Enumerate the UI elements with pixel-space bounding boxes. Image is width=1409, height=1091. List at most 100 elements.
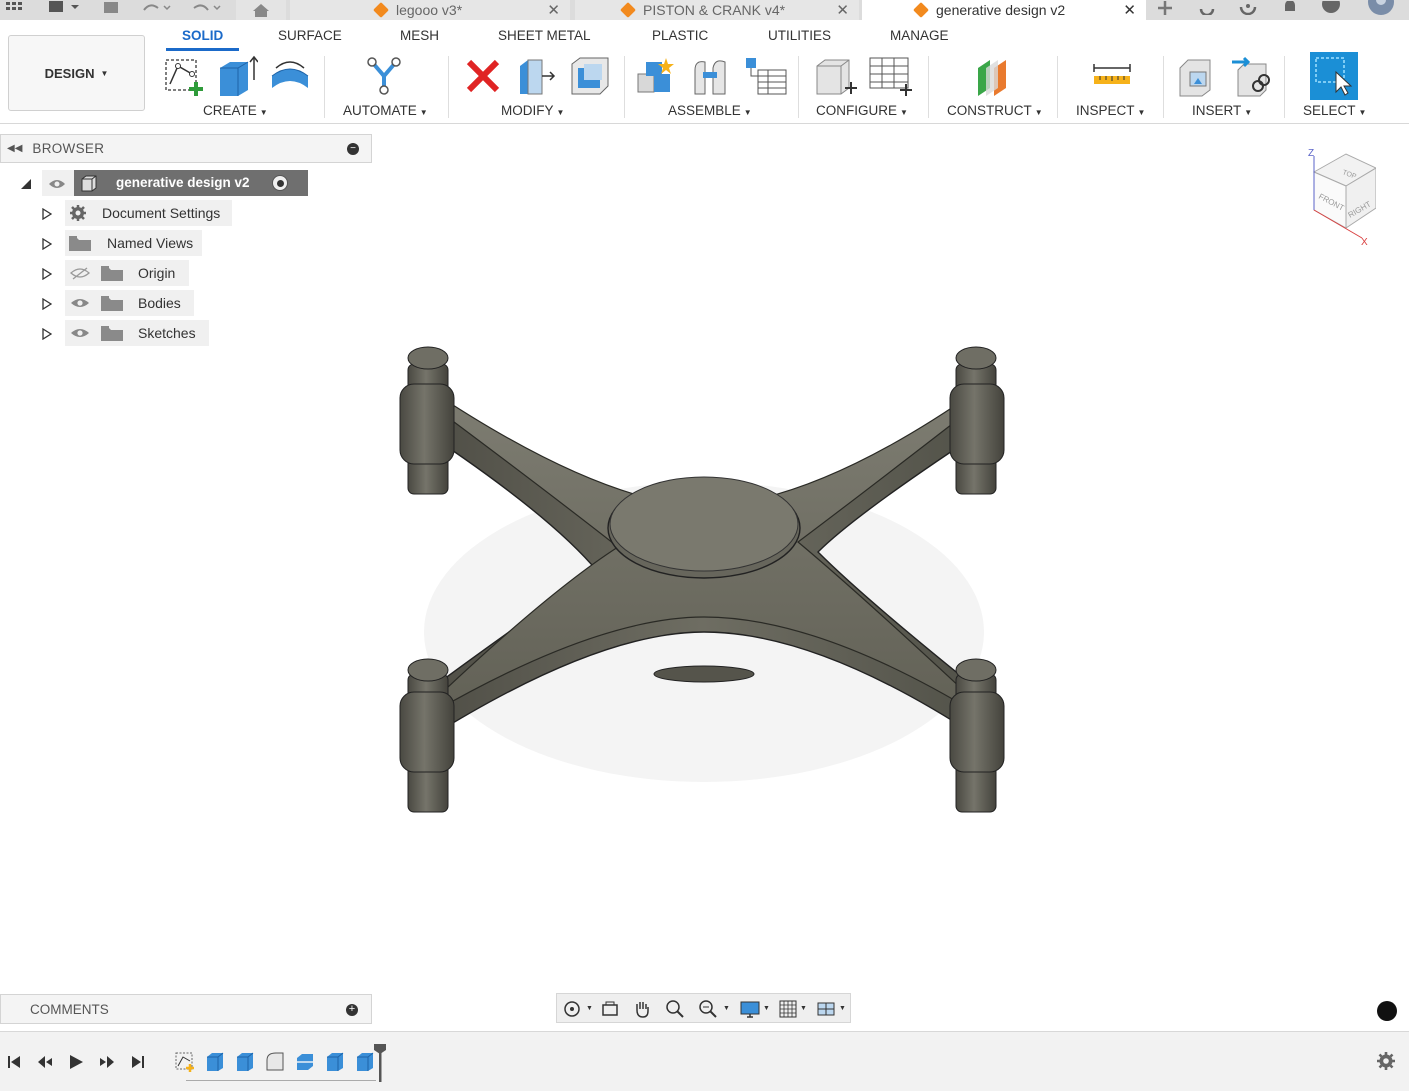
configuration-table-icon[interactable] xyxy=(868,54,912,98)
collapse-panel-icon[interactable]: ◀◀ xyxy=(7,143,22,154)
tab-sheet-metal[interactable]: SHEET METAL xyxy=(498,28,591,43)
display-settings-icon[interactable] xyxy=(739,998,761,1020)
undo-icon[interactable] xyxy=(138,0,174,16)
chevron-down-icon[interactable]: ▼ xyxy=(839,1005,846,1012)
timeline-step-back-icon[interactable] xyxy=(35,1052,55,1072)
look-at-icon[interactable] xyxy=(599,998,621,1020)
tree-expander[interactable] xyxy=(42,267,53,285)
visibility-eye-icon[interactable] xyxy=(48,177,66,193)
joint-icon[interactable] xyxy=(689,54,733,98)
modify-group-menu[interactable]: MODIFY ▼ xyxy=(501,103,564,118)
pan-hand-icon[interactable] xyxy=(631,998,653,1020)
tree-item-sketches[interactable]: Sketches xyxy=(65,320,209,346)
press-pull-icon[interactable] xyxy=(514,54,558,98)
timeline-extrude-feature-icon[interactable] xyxy=(294,1050,316,1072)
timeline-extrude-feature-icon[interactable] xyxy=(234,1050,256,1072)
tree-root-node[interactable]: generative design v2 xyxy=(42,170,308,196)
zoom-icon[interactable] xyxy=(664,998,686,1020)
sync-icon[interactable] xyxy=(1196,0,1218,16)
chevron-down-icon[interactable]: ▼ xyxy=(800,1005,807,1012)
insert-link-icon[interactable] xyxy=(1230,54,1274,98)
insert-group-menu[interactable]: INSERT ▼ xyxy=(1192,103,1252,118)
tab-manage[interactable]: MANAGE xyxy=(890,28,949,43)
add-comment-icon[interactable]: + xyxy=(346,1004,358,1016)
tree-item-document-settings[interactable]: Document Settings xyxy=(65,200,232,226)
tree-expander[interactable] xyxy=(42,297,53,315)
app-grid-icon[interactable] xyxy=(4,0,24,16)
tree-item-named-views[interactable]: Named Views xyxy=(65,230,202,256)
hidden-eye-icon[interactable] xyxy=(69,267,91,283)
tab-mesh[interactable]: MESH xyxy=(400,28,439,43)
notifications-bell-icon[interactable] xyxy=(1279,0,1301,16)
tab-generative-design[interactable]: generative design v2 ✕ xyxy=(862,0,1146,20)
viewcube[interactable]: TOP FRONT RIGHT Z X xyxy=(1306,146,1376,246)
tab-solid[interactable]: SOLID xyxy=(182,28,223,43)
assistant-badge-icon[interactable] xyxy=(1377,1001,1397,1021)
timeline-go-end-icon[interactable] xyxy=(128,1052,148,1072)
assemble-group-menu[interactable]: ASSEMBLE ▼ xyxy=(668,103,752,118)
grid-settings-icon[interactable] xyxy=(777,998,799,1020)
automate-group-menu[interactable]: AUTOMATE ▼ xyxy=(343,103,428,118)
timeline-extrude-feature-icon[interactable] xyxy=(324,1050,346,1072)
viewports-icon[interactable] xyxy=(815,998,837,1020)
browser-panel-header[interactable]: ◀◀ BROWSER − xyxy=(0,134,372,163)
tree-item-origin[interactable]: Origin xyxy=(65,260,189,286)
generative-design-model[interactable] xyxy=(398,342,1038,822)
timeline-marker[interactable] xyxy=(374,1044,386,1082)
configure-group-menu[interactable]: CONFIGURE ▼ xyxy=(816,103,908,118)
select-group-menu[interactable]: SELECT ▼ xyxy=(1303,103,1366,118)
help-icon[interactable] xyxy=(1320,0,1342,16)
workspace-switcher-button[interactable]: DESIGN ▼ xyxy=(8,35,145,111)
insert-derive-icon[interactable] xyxy=(1176,54,1220,98)
comments-panel-header[interactable]: COMMENTS + xyxy=(0,994,372,1024)
tree-expander[interactable] xyxy=(42,237,53,255)
orbit-icon[interactable] xyxy=(561,998,583,1020)
timeline-fillet-feature-icon[interactable] xyxy=(264,1050,286,1072)
tab-plastic[interactable]: PLASTIC xyxy=(652,28,708,43)
visibility-eye-icon[interactable] xyxy=(69,297,91,313)
tab-surface[interactable]: SURFACE xyxy=(278,28,342,43)
bill-of-materials-icon[interactable] xyxy=(744,54,788,98)
new-tab-plus-icon[interactable] xyxy=(1150,0,1180,16)
tree-expander[interactable] xyxy=(42,207,53,225)
visibility-eye-icon[interactable] xyxy=(69,327,91,343)
close-tab-icon[interactable]: ✕ xyxy=(547,1,560,19)
tab-piston-crank[interactable]: PISTON & CRANK v4* ✕ xyxy=(575,0,859,20)
activate-radio-icon[interactable] xyxy=(272,175,288,191)
tab-legooo[interactable]: legooo v3* ✕ xyxy=(290,0,570,20)
minimize-panel-icon[interactable]: − xyxy=(347,143,359,155)
timeline-go-start-icon[interactable] xyxy=(4,1052,24,1072)
chevron-down-icon[interactable]: ▼ xyxy=(586,1005,593,1012)
timeline-play-icon[interactable] xyxy=(66,1052,86,1072)
close-tab-icon[interactable]: ✕ xyxy=(836,1,849,19)
revolve-icon[interactable] xyxy=(268,54,312,98)
close-tab-icon[interactable]: ✕ xyxy=(1123,1,1136,19)
timeline-settings-gear-icon[interactable] xyxy=(1376,1051,1396,1071)
extrude-icon[interactable] xyxy=(214,54,258,98)
3d-viewport[interactable]: TOP FRONT RIGHT Z X xyxy=(372,124,1409,1031)
redo-icon[interactable] xyxy=(188,0,224,16)
configure-design-icon[interactable] xyxy=(813,54,857,98)
tab-utilities[interactable]: UTILITIES xyxy=(768,28,831,43)
shell-icon[interactable] xyxy=(568,54,612,98)
timeline-extrude-feature-icon[interactable] xyxy=(204,1050,226,1072)
tree-expander[interactable] xyxy=(42,327,53,345)
new-component-icon[interactable] xyxy=(634,54,678,98)
timeline-extrude-feature-icon[interactable] xyxy=(354,1050,376,1072)
automate-icon[interactable] xyxy=(362,54,406,98)
user-avatar-icon[interactable] xyxy=(1366,0,1396,16)
inspect-group-menu[interactable]: INSPECT ▼ xyxy=(1076,103,1145,118)
home-icon[interactable] xyxy=(236,0,286,20)
offset-plane-icon[interactable] xyxy=(972,54,1016,98)
job-status-icon[interactable] xyxy=(1237,0,1259,16)
timeline-step-forward-icon[interactable] xyxy=(97,1052,117,1072)
chevron-down-icon[interactable]: ▼ xyxy=(723,1005,730,1012)
zoom-window-icon[interactable] xyxy=(697,998,719,1020)
tree-item-bodies[interactable]: Bodies xyxy=(65,290,194,316)
select-tool-icon[interactable] xyxy=(1310,52,1358,100)
construct-group-menu[interactable]: CONSTRUCT ▼ xyxy=(947,103,1043,118)
save-icon[interactable] xyxy=(100,0,122,16)
file-menu-icon[interactable] xyxy=(44,0,84,16)
measure-ruler-icon[interactable] xyxy=(1090,54,1134,98)
delete-x-icon[interactable] xyxy=(461,54,505,98)
